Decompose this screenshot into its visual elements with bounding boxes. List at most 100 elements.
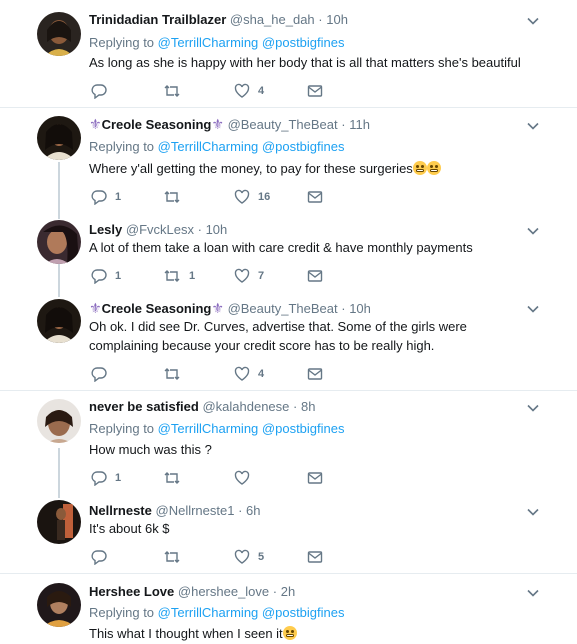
- timestamp[interactable]: 8h: [301, 399, 315, 414]
- mention-link[interactable]: @TerrillCharming: [158, 605, 259, 620]
- eyes-emoji: [426, 161, 441, 175]
- tweet-text: As long as she is happy with her body th…: [89, 55, 521, 70]
- divider: [0, 390, 577, 391]
- timestamp[interactable]: 10h: [349, 301, 371, 316]
- separator-dot: ·: [272, 584, 278, 599]
- separator-dot: ·: [293, 399, 298, 414]
- timestamp[interactable]: 2h: [281, 584, 295, 599]
- mention-link[interactable]: @TerrillCharming: [158, 139, 259, 154]
- like-button[interactable]: 7: [234, 267, 264, 285]
- reply-button[interactable]: 1: [91, 469, 121, 487]
- mention-link[interactable]: @postbigfines: [262, 139, 345, 154]
- message-icon: [307, 472, 323, 484]
- reply-button[interactable]: [91, 82, 115, 100]
- display-name[interactable]: Creole Seasoning: [102, 301, 212, 316]
- retweet-button[interactable]: [163, 469, 189, 487]
- tweet-text: How much was this ?: [89, 442, 212, 457]
- tweet-text-body: This what I thought when I seen it: [89, 626, 283, 641]
- eyes-emoji: [412, 161, 427, 175]
- chevron-down-icon[interactable]: [526, 119, 540, 133]
- reply-button[interactable]: [91, 548, 115, 566]
- thread-line: [58, 448, 60, 498]
- tweet-text: A lot of them take a loan with care cred…: [89, 240, 473, 255]
- mention-link[interactable]: @postbigfines: [262, 605, 345, 620]
- tweet-text: Oh ok. I did see Dr. Curves, advertise t…: [89, 319, 467, 353]
- tweet-text: It's about 6k $: [89, 521, 170, 536]
- avatar[interactable]: [37, 583, 81, 627]
- like-count: 4: [258, 368, 265, 380]
- handle[interactable]: @FvckLesx: [126, 222, 194, 237]
- display-name[interactable]: Lesly: [89, 222, 122, 237]
- retweet-count: 1: [189, 270, 196, 282]
- reply-icon: [91, 550, 107, 565]
- message-button[interactable]: [307, 548, 323, 566]
- tweet-header: ⚜Creole Seasoning⚜ @Beauty_TheBeat · 10h: [89, 300, 371, 317]
- tweet-header: ⚜Creole Seasoning⚜ @Beauty_TheBeat · 11h: [89, 116, 370, 133]
- timestamp[interactable]: 6h: [246, 503, 260, 518]
- mention-link[interactable]: @postbigfines: [262, 35, 345, 50]
- reply-icon: [91, 471, 107, 486]
- avatar[interactable]: [37, 12, 81, 56]
- message-button[interactable]: [307, 82, 323, 100]
- retweet-button[interactable]: [163, 365, 189, 383]
- like-icon: [234, 189, 250, 204]
- retweet-button[interactable]: [163, 188, 189, 206]
- avatar[interactable]: [37, 399, 81, 443]
- retweet-icon: [164, 270, 180, 282]
- like-icon: [234, 366, 250, 381]
- avatar[interactable]: [37, 299, 81, 343]
- like-button[interactable]: 5: [234, 548, 264, 566]
- chevron-down-icon[interactable]: [526, 302, 540, 316]
- retweet-button[interactable]: [163, 82, 189, 100]
- chevron-down-icon[interactable]: [526, 14, 540, 28]
- display-name[interactable]: Creole Seasoning: [102, 117, 212, 132]
- handle[interactable]: @Beauty_TheBeat: [228, 301, 338, 316]
- retweet-button[interactable]: 1: [163, 267, 195, 285]
- chevron-down-icon[interactable]: [526, 586, 540, 600]
- reply-button[interactable]: 1: [91, 267, 121, 285]
- retweet-button[interactable]: [163, 548, 189, 566]
- avatar[interactable]: [37, 500, 81, 544]
- message-icon: [307, 191, 323, 203]
- message-button[interactable]: [307, 267, 323, 285]
- reply-button[interactable]: [91, 365, 115, 383]
- mention-link[interactable]: @postbigfines: [262, 421, 345, 436]
- avatar[interactable]: [37, 116, 81, 160]
- like-button[interactable]: 4: [234, 82, 264, 100]
- handle[interactable]: @sha_he_dah: [230, 12, 315, 27]
- timestamp[interactable]: 10h: [326, 12, 348, 27]
- like-button[interactable]: 4: [234, 365, 264, 383]
- like-icon: [234, 470, 250, 485]
- handle[interactable]: @hershee_love: [178, 584, 269, 599]
- timestamp[interactable]: 11h: [349, 117, 370, 132]
- divider: [0, 107, 577, 108]
- like-button[interactable]: 16: [234, 188, 270, 206]
- mention-link[interactable]: @TerrillCharming: [158, 35, 259, 50]
- tweet-text: This what I thought when I seen it: [89, 624, 539, 643]
- chevron-down-icon[interactable]: [526, 224, 540, 238]
- display-name[interactable]: Hershee Love: [89, 584, 174, 599]
- handle[interactable]: @kalahdenese: [202, 399, 289, 414]
- like-button[interactable]: [234, 469, 258, 487]
- tweet-header: Trinidadian Trailblazer @sha_he_dah · 10…: [89, 12, 348, 27]
- chevron-down-icon[interactable]: [526, 505, 540, 519]
- replying-prefix: Replying to: [89, 421, 155, 436]
- fleur-de-lis-icon: ⚜: [89, 300, 102, 316]
- display-name[interactable]: never be satisfied: [89, 399, 199, 414]
- avatar[interactable]: [37, 220, 81, 264]
- retweet-icon: [164, 472, 180, 484]
- message-button[interactable]: [307, 365, 323, 383]
- message-button[interactable]: [307, 469, 323, 487]
- mention-link[interactable]: @TerrillCharming: [158, 421, 259, 436]
- display-name[interactable]: Trinidadian Trailblazer: [89, 12, 226, 27]
- reply-button[interactable]: 1: [91, 188, 121, 206]
- handle[interactable]: @Nellrneste1: [156, 503, 235, 518]
- chevron-down-icon[interactable]: [526, 401, 540, 415]
- handle[interactable]: @Beauty_TheBeat: [228, 117, 338, 132]
- display-name[interactable]: Nellrneste: [89, 503, 152, 518]
- like-count: 5: [258, 551, 265, 563]
- timestamp[interactable]: 10h: [206, 222, 228, 237]
- reply-count: 1: [115, 191, 122, 203]
- message-button[interactable]: [307, 188, 323, 206]
- reply-feed: Trinidadian Trailblazer @sha_he_dah · 10…: [0, 0, 577, 644]
